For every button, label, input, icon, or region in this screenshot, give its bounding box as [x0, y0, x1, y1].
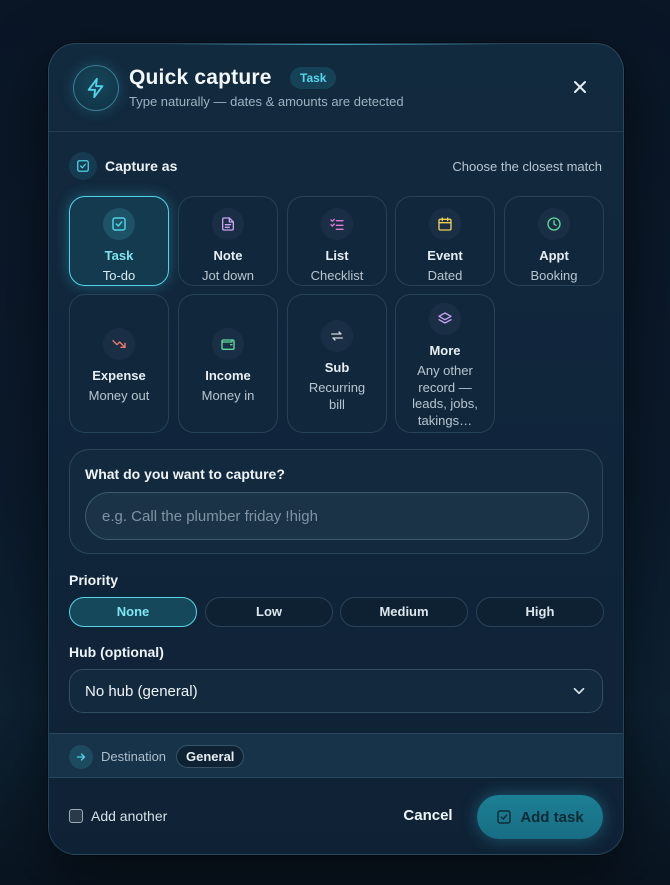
- add-another-label[interactable]: Add another: [91, 808, 167, 824]
- type-tile-list[interactable]: List Checklist: [287, 196, 387, 286]
- tile-sub: Jot down: [201, 268, 255, 283]
- arrow-right-icon: [69, 745, 93, 769]
- type-tile-task[interactable]: Task To-do: [69, 196, 169, 286]
- close-button[interactable]: [567, 74, 593, 100]
- tile-label: Task: [104, 248, 134, 263]
- calendar-icon: [429, 208, 461, 240]
- destination-bar: Destination General: [49, 733, 623, 778]
- type-tile-more[interactable]: More Any other record — leads, jobs, tak…: [395, 294, 495, 433]
- layers-icon: [429, 303, 461, 335]
- clock-icon: [538, 208, 570, 240]
- tile-label: Expense: [92, 368, 146, 383]
- check-square-icon: [103, 208, 135, 240]
- tile-sub: Booking: [530, 268, 578, 283]
- tile-label: Income: [205, 368, 251, 383]
- tile-label: Appt: [539, 248, 569, 263]
- tile-sub: Recurring bill: [308, 380, 366, 412]
- checklist-icon: [321, 208, 353, 240]
- add-task-button[interactable]: Add task: [477, 795, 603, 839]
- chevron-down-icon: [573, 687, 585, 695]
- destination-label: Destination: [101, 749, 167, 764]
- trend-down-icon: [103, 328, 135, 360]
- tile-label: Sub: [324, 360, 350, 375]
- hub-value: No hub (general): [85, 683, 198, 700]
- hub-label: Hub (optional): [69, 644, 164, 660]
- priority-high[interactable]: High: [476, 597, 604, 627]
- lightning-icon: [73, 65, 119, 111]
- wallet-icon: [212, 328, 244, 360]
- check-square-icon: [497, 810, 512, 824]
- tile-sub: Money in: [201, 388, 255, 403]
- priority-low[interactable]: Low: [205, 597, 333, 627]
- header-divider: [49, 131, 623, 132]
- dialog-subtitle: Type naturally — dates & amounts are det…: [129, 94, 404, 109]
- cancel-button[interactable]: Cancel: [393, 796, 463, 836]
- tile-label: More: [429, 343, 461, 358]
- repeat-icon: [321, 320, 353, 352]
- quick-capture-dialog: Quick capture Task Type naturally — date…: [48, 43, 624, 855]
- add-another-checkbox[interactable]: [69, 809, 83, 823]
- close-icon: [574, 81, 586, 93]
- type-tile-event[interactable]: Event Dated: [395, 196, 495, 286]
- priority-label: Priority: [69, 572, 119, 588]
- type-badge: Task: [290, 67, 337, 89]
- priority-medium[interactable]: Medium: [340, 597, 468, 627]
- hub-select[interactable]: No hub (general): [69, 669, 603, 713]
- tile-label: Event: [427, 248, 463, 263]
- capture-question: What do you want to capture?: [85, 466, 285, 482]
- type-tile-appt[interactable]: Appt Booking: [504, 196, 604, 286]
- add-task-label: Add task: [520, 808, 584, 826]
- tile-label: List: [325, 248, 349, 263]
- tile-sub: Money out: [88, 388, 150, 403]
- priority-none[interactable]: None: [69, 597, 197, 627]
- type-tile-expense[interactable]: Expense Money out: [69, 294, 169, 433]
- destination-badge: General: [176, 745, 245, 768]
- check-square-icon: [69, 152, 97, 180]
- tile-sub: To-do: [102, 268, 136, 283]
- type-tile-note[interactable]: Note Jot down: [178, 196, 278, 286]
- tile-sub: Checklist: [310, 268, 364, 283]
- capture-input-card: What do you want to capture?: [69, 449, 603, 554]
- tile-label: Note: [213, 248, 243, 263]
- dialog-title: Quick capture: [129, 66, 272, 89]
- tile-sub: Dated: [427, 268, 463, 283]
- capture-text-input[interactable]: [85, 492, 589, 540]
- capture-as-label: Capture as: [105, 158, 178, 174]
- type-tile-income[interactable]: Income Money in: [178, 294, 278, 433]
- document-icon: [212, 208, 244, 240]
- tile-sub: Any other record — leads, jobs, takings…: [412, 363, 478, 428]
- capture-hint: Choose the closest match: [452, 159, 602, 174]
- type-tile-sub[interactable]: Sub Recurring bill: [287, 294, 387, 433]
